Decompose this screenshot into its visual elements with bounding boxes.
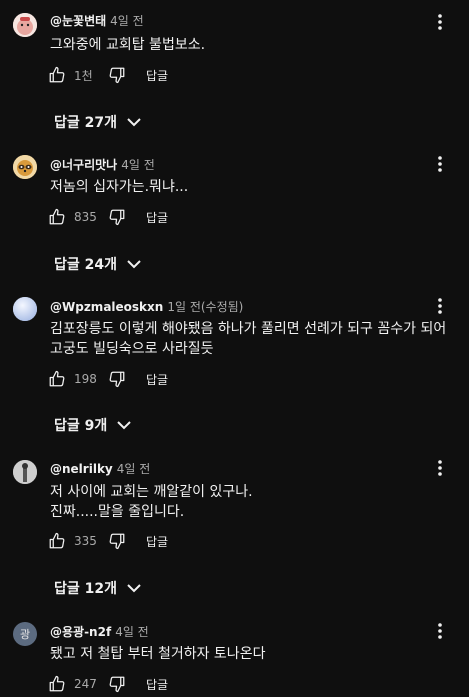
comment-text-line: 저 사이에 교회는 깨알같이 있구나.: [50, 484, 253, 500]
like-count: 1천: [74, 68, 93, 83]
comment-actions: 247 답글: [48, 673, 168, 695]
comment-author[interactable]: @눈꽃변태: [50, 14, 106, 28]
comment-actions: 335 답글: [48, 530, 168, 552]
like-count: 247: [74, 677, 97, 691]
more-options-button[interactable]: [432, 457, 448, 479]
like-button[interactable]: 1천: [48, 64, 100, 86]
chevron-down-icon: [127, 259, 141, 269]
thumb-down-icon: [109, 533, 125, 550]
comment-text: 저 사이에 교회는 깨알같이 있구나. 진짜.....말을 줄입니다.: [50, 482, 460, 522]
thumb-down-icon: [109, 676, 125, 693]
view-replies-button[interactable]: 답글 12개: [54, 577, 141, 599]
reply-button[interactable]: 답글: [146, 67, 168, 84]
avatar-image: [13, 155, 37, 179]
comment-time[interactable]: 4일 전: [121, 158, 155, 172]
dislike-button[interactable]: [108, 530, 126, 552]
thumb-up-icon: [49, 532, 65, 549]
replies-count: 답글 9개: [54, 418, 108, 434]
dislike-button[interactable]: [108, 64, 126, 86]
avatar-letter: 광: [19, 628, 31, 641]
comment-author[interactable]: @용광-n2f: [50, 625, 111, 639]
comment-text: 그와중에 교회탑 불법보소.: [50, 37, 206, 53]
like-button[interactable]: 835: [48, 206, 100, 228]
thumb-down-icon: [109, 67, 125, 84]
more-options-button[interactable]: [432, 153, 448, 175]
reply-button[interactable]: 답글: [146, 209, 168, 226]
avatar[interactable]: [13, 297, 37, 321]
avatar[interactable]: [13, 13, 37, 37]
dislike-button[interactable]: [108, 206, 126, 228]
more-vert-icon: [438, 156, 442, 172]
thumb-up-icon: [49, 66, 65, 83]
comment-actions: 835 답글: [48, 206, 168, 228]
comment-actions: 1천 답글: [48, 64, 168, 86]
avatar[interactable]: [13, 460, 37, 484]
comment-text: 저놈의 십자가는.뭐냐...: [50, 179, 189, 195]
view-replies-button[interactable]: 답글 24개: [54, 253, 141, 275]
like-count: 335: [74, 534, 97, 548]
replies-count: 답글 27개: [54, 115, 117, 131]
reply-button[interactable]: 답글: [146, 371, 168, 388]
avatar-image: [13, 297, 37, 321]
dislike-button[interactable]: [108, 368, 126, 390]
thumb-down-icon: [109, 209, 125, 226]
comment-header: @nelrilky 4일 전: [50, 461, 150, 477]
like-button[interactable]: 335: [48, 530, 100, 552]
more-options-button[interactable]: [432, 11, 448, 33]
more-vert-icon: [438, 298, 442, 314]
like-count: 835: [74, 210, 97, 224]
comment-header: @용광-n2f 4일 전: [50, 624, 149, 640]
comment-time[interactable]: 4일 전: [117, 462, 151, 476]
comment-time[interactable]: 4일 전: [115, 625, 149, 639]
comment-text-line: 진짜.....말을 줄입니다.: [50, 504, 185, 520]
comment-time[interactable]: 4일 전: [110, 14, 144, 28]
thumb-up-icon: [49, 370, 65, 387]
replies-count: 답글 24개: [54, 257, 117, 273]
more-vert-icon: [438, 623, 442, 639]
comment-actions: 198 답글: [48, 368, 168, 390]
avatar[interactable]: 광: [13, 622, 37, 646]
avatar[interactable]: [13, 155, 37, 179]
avatar-image: [13, 13, 37, 37]
comment-text: 김포장릉도 이렇게 해야됐음 하나가 풀리면 선례가 되구 꼼수가 되어 고궁도…: [50, 321, 447, 357]
comment-edited: (수정됨): [200, 300, 244, 314]
more-options-button[interactable]: [432, 620, 448, 642]
avatar-image: [13, 460, 37, 484]
more-vert-icon: [438, 460, 442, 476]
replies-count: 답글 12개: [54, 581, 117, 597]
chevron-down-icon: [127, 583, 141, 593]
comment-header: @너구리맛나 4일 전: [50, 157, 155, 173]
chevron-down-icon: [117, 420, 131, 430]
like-count: 198: [74, 372, 97, 386]
like-button[interactable]: 247: [48, 673, 100, 695]
view-replies-button[interactable]: 답글 9개: [54, 414, 131, 436]
comment-author[interactable]: @Wpzmaleoskxn: [50, 300, 163, 314]
chevron-down-icon: [127, 117, 141, 127]
more-vert-icon: [438, 14, 442, 30]
comment-header: @Wpzmaleoskxn 1일 전(수정됨): [50, 299, 243, 315]
view-replies-button[interactable]: 답글 27개: [54, 111, 141, 133]
thumb-up-icon: [49, 208, 65, 225]
thumb-up-icon: [49, 675, 65, 692]
comment-header: @눈꽃변태 4일 전: [50, 13, 144, 29]
reply-button[interactable]: 답글: [146, 533, 168, 550]
more-options-button[interactable]: [432, 295, 448, 317]
comment-author[interactable]: @nelrilky: [50, 462, 113, 476]
comment-time[interactable]: 1일 전: [167, 300, 201, 314]
comment-text: 됐고 저 철탑 부터 철거하자 토나온다: [50, 646, 266, 662]
like-button[interactable]: 198: [48, 368, 100, 390]
comment-author[interactable]: @너구리맛나: [50, 158, 117, 172]
thumb-down-icon: [109, 371, 125, 388]
reply-button[interactable]: 답글: [146, 676, 168, 693]
dislike-button[interactable]: [108, 673, 126, 695]
